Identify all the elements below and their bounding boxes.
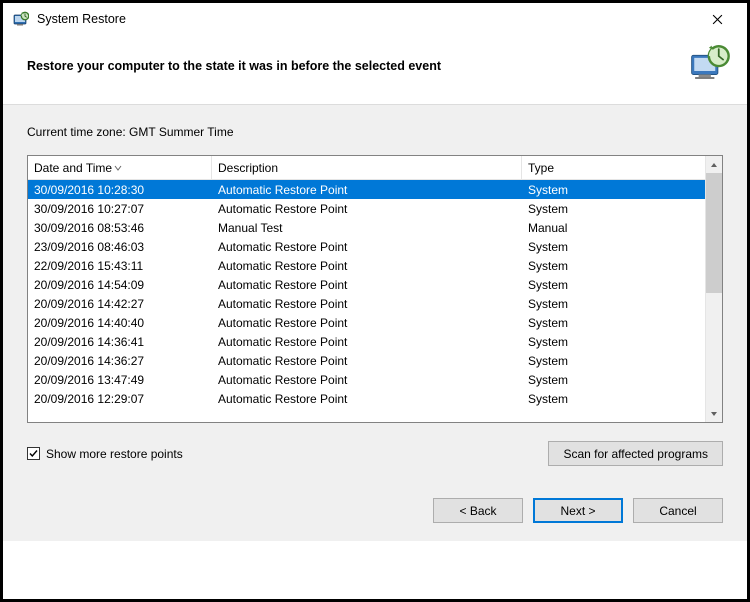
scrollbar-track[interactable] [706, 173, 722, 405]
restore-points-table: Date and Time Description Type 30/09/201… [27, 155, 723, 423]
cell-type: Manual [522, 221, 705, 235]
next-button[interactable]: Next > [533, 498, 623, 523]
column-header-type[interactable]: Type [522, 156, 705, 179]
cell-date: 20/09/2016 12:29:07 [28, 392, 212, 406]
table-body: 30/09/2016 10:28:30Automatic Restore Poi… [28, 180, 705, 422]
back-button[interactable]: < Back [433, 498, 523, 523]
cancel-button[interactable]: Cancel [633, 498, 723, 523]
table-row[interactable]: 30/09/2016 10:27:07Automatic Restore Poi… [28, 199, 705, 218]
cell-type: System [522, 373, 705, 387]
window-title: System Restore [37, 12, 126, 26]
cell-date: 20/09/2016 13:47:49 [28, 373, 212, 387]
cell-type: System [522, 202, 705, 216]
table-row[interactable]: 23/09/2016 08:46:03Automatic Restore Poi… [28, 237, 705, 256]
scrollbar-thumb[interactable] [706, 173, 722, 293]
table-row[interactable]: 30/09/2016 08:53:46Manual TestManual [28, 218, 705, 237]
column-header-type-label: Type [528, 161, 554, 175]
cell-type: System [522, 316, 705, 330]
cell-type: System [522, 297, 705, 311]
cell-description: Automatic Restore Point [212, 240, 522, 254]
cell-description: Automatic Restore Point [212, 202, 522, 216]
cell-description: Automatic Restore Point [212, 259, 522, 273]
cell-description: Automatic Restore Point [212, 278, 522, 292]
cell-type: System [522, 240, 705, 254]
show-more-checkbox[interactable]: Show more restore points [27, 447, 183, 461]
checkbox-box [27, 447, 40, 460]
table-row[interactable]: 20/09/2016 14:42:27Automatic Restore Poi… [28, 294, 705, 313]
table-row[interactable]: 20/09/2016 14:36:41Automatic Restore Poi… [28, 332, 705, 351]
cell-description: Automatic Restore Point [212, 183, 522, 197]
cell-date: 23/09/2016 08:46:03 [28, 240, 212, 254]
cell-date: 20/09/2016 14:54:09 [28, 278, 212, 292]
table-row[interactable]: 22/09/2016 15:43:11Automatic Restore Poi… [28, 256, 705, 275]
cell-type: System [522, 392, 705, 406]
scroll-up-arrow-icon[interactable] [706, 156, 722, 173]
close-button[interactable] [695, 5, 739, 33]
titlebar: System Restore [3, 3, 747, 35]
page-heading: Restore your computer to the state it wa… [27, 59, 723, 73]
cell-type: System [522, 259, 705, 273]
cell-description: Automatic Restore Point [212, 354, 522, 368]
cell-description: Manual Test [212, 221, 522, 235]
cell-description: Automatic Restore Point [212, 297, 522, 311]
scroll-down-arrow-icon[interactable] [706, 405, 722, 422]
scan-affected-programs-button[interactable]: Scan for affected programs [548, 441, 723, 466]
close-icon [712, 14, 723, 25]
cell-date: 20/09/2016 14:36:27 [28, 354, 212, 368]
table-row[interactable]: 20/09/2016 12:29:07Automatic Restore Poi… [28, 389, 705, 408]
cell-date: 20/09/2016 14:36:41 [28, 335, 212, 349]
table-row[interactable]: 20/09/2016 14:40:40Automatic Restore Poi… [28, 313, 705, 332]
table-row[interactable]: 20/09/2016 13:47:49Automatic Restore Poi… [28, 370, 705, 389]
column-header-date[interactable]: Date and Time [28, 156, 212, 179]
cell-date: 30/09/2016 08:53:46 [28, 221, 212, 235]
vertical-scrollbar[interactable] [705, 156, 722, 422]
system-restore-icon [13, 11, 29, 27]
cell-description: Automatic Restore Point [212, 335, 522, 349]
table-row[interactable]: 20/09/2016 14:54:09Automatic Restore Poi… [28, 275, 705, 294]
column-header-description-label: Description [218, 161, 278, 175]
cell-type: System [522, 278, 705, 292]
restore-hero-icon [689, 43, 731, 85]
cell-type: System [522, 183, 705, 197]
show-more-checkbox-label: Show more restore points [46, 447, 183, 461]
wizard-footer: < Back Next > Cancel [3, 484, 747, 541]
cell-date: 20/09/2016 14:42:27 [28, 297, 212, 311]
cell-description: Automatic Restore Point [212, 316, 522, 330]
cell-date: 22/09/2016 15:43:11 [28, 259, 212, 273]
cell-type: System [522, 335, 705, 349]
wizard-body: Current time zone: GMT Summer Time Date … [3, 105, 747, 484]
cell-date: 20/09/2016 14:40:40 [28, 316, 212, 330]
table-header: Date and Time Description Type [28, 156, 705, 180]
wizard-banner: Restore your computer to the state it wa… [3, 35, 747, 105]
cell-date: 30/09/2016 10:28:30 [28, 183, 212, 197]
cell-date: 30/09/2016 10:27:07 [28, 202, 212, 216]
cell-description: Automatic Restore Point [212, 392, 522, 406]
column-header-date-label: Date and Time [34, 161, 112, 175]
cell-type: System [522, 354, 705, 368]
cell-description: Automatic Restore Point [212, 373, 522, 387]
table-row[interactable]: 30/09/2016 10:28:30Automatic Restore Poi… [28, 180, 705, 199]
table-row[interactable]: 20/09/2016 14:36:27Automatic Restore Poi… [28, 351, 705, 370]
checkmark-icon [28, 448, 39, 459]
controls-row: Show more restore points Scan for affect… [27, 441, 723, 466]
sort-descending-icon [114, 164, 122, 172]
timezone-label: Current time zone: GMT Summer Time [27, 125, 723, 139]
column-header-description[interactable]: Description [212, 156, 522, 179]
